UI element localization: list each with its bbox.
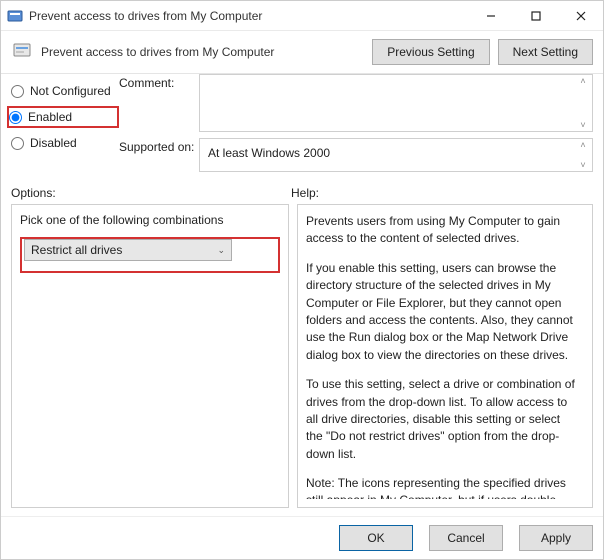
cancel-button[interactable]: Cancel — [429, 525, 503, 551]
caret-down-icon: ˅ — [576, 161, 590, 169]
maximize-button[interactable] — [513, 1, 558, 30]
window-title: Prevent access to drives from My Compute… — [29, 9, 468, 23]
radio-enabled[interactable]: Enabled — [9, 110, 107, 124]
radio-disabled[interactable]: Disabled — [11, 136, 119, 150]
ok-button[interactable]: OK — [339, 525, 413, 551]
combo-highlight: Restrict all drives ⌄ — [20, 237, 280, 273]
titlebar: Prevent access to drives from My Compute… — [1, 1, 603, 31]
panels: Pick one of the following combinations R… — [1, 204, 603, 516]
supported-on-box: At least Windows 2000 ˄ ˅ — [199, 138, 593, 172]
help-panel: Prevents users from using My Computer to… — [297, 204, 593, 508]
window-controls — [468, 1, 603, 30]
help-scroll[interactable]: Prevents users from using My Computer to… — [306, 213, 584, 499]
field-grid: Comment: ˄ ˅ Supported on: At least Wind… — [119, 74, 593, 172]
help-paragraph: If you enable this setting, users can br… — [306, 260, 576, 364]
radio-not-configured[interactable]: Not Configured — [11, 84, 119, 98]
app-icon — [7, 8, 23, 24]
comment-label: Comment: — [119, 74, 199, 90]
next-setting-button[interactable]: Next Setting — [498, 39, 593, 65]
state-radio-group: Not Configured Enabled Disabled — [11, 74, 119, 172]
close-button[interactable] — [558, 1, 603, 30]
restriction-combo[interactable]: Restrict all drives ⌄ — [24, 239, 232, 261]
header-title: Prevent access to drives from My Compute… — [41, 45, 372, 59]
enabled-highlight: Enabled — [7, 106, 119, 128]
supported-on-value: At least Windows 2000 — [208, 146, 330, 160]
comment-scroll[interactable]: ˄ ˅ — [576, 77, 590, 129]
caret-up-icon: ˄ — [576, 77, 590, 85]
help-paragraph: To use this setting, select a drive or c… — [306, 376, 576, 463]
radio-enabled-input[interactable] — [9, 111, 22, 124]
radio-not-configured-input[interactable] — [11, 85, 24, 98]
caret-down-icon: ˅ — [576, 121, 590, 129]
dialog-window: Prevent access to drives from My Compute… — [0, 0, 604, 560]
options-panel: Pick one of the following combinations R… — [11, 204, 289, 508]
field-column: Comment: ˄ ˅ Supported on: At least Wind… — [119, 74, 593, 172]
supported-on-label: Supported on: — [119, 138, 199, 154]
previous-setting-button[interactable]: Previous Setting — [372, 39, 489, 65]
settings-row: Not Configured Enabled Disabled Comment: — [1, 74, 603, 180]
caret-up-icon: ˄ — [576, 141, 590, 149]
help-paragraph: Note: The icons representing the specifi… — [306, 475, 576, 499]
header-row: Prevent access to drives from My Compute… — [1, 31, 603, 74]
help-label: Help: — [291, 186, 319, 200]
minimize-button[interactable] — [468, 1, 513, 30]
options-label: Options: — [11, 186, 291, 200]
policy-icon — [11, 41, 33, 63]
comment-textarea[interactable]: ˄ ˅ — [199, 74, 593, 132]
footer: OK Cancel Apply — [1, 516, 603, 559]
supported-scroll[interactable]: ˄ ˅ — [576, 141, 590, 169]
restriction-combo-value: Restrict all drives — [31, 243, 122, 257]
radio-disabled-label: Disabled — [30, 136, 77, 150]
apply-button[interactable]: Apply — [519, 525, 593, 551]
radio-not-configured-label: Not Configured — [30, 84, 111, 98]
section-labels: Options: Help: — [1, 180, 603, 204]
help-paragraph: Prevents users from using My Computer to… — [306, 213, 576, 248]
options-caption: Pick one of the following combinations — [20, 213, 280, 227]
radio-disabled-input[interactable] — [11, 137, 24, 150]
chevron-down-icon: ⌄ — [217, 245, 225, 256]
radio-enabled-label: Enabled — [28, 110, 72, 124]
